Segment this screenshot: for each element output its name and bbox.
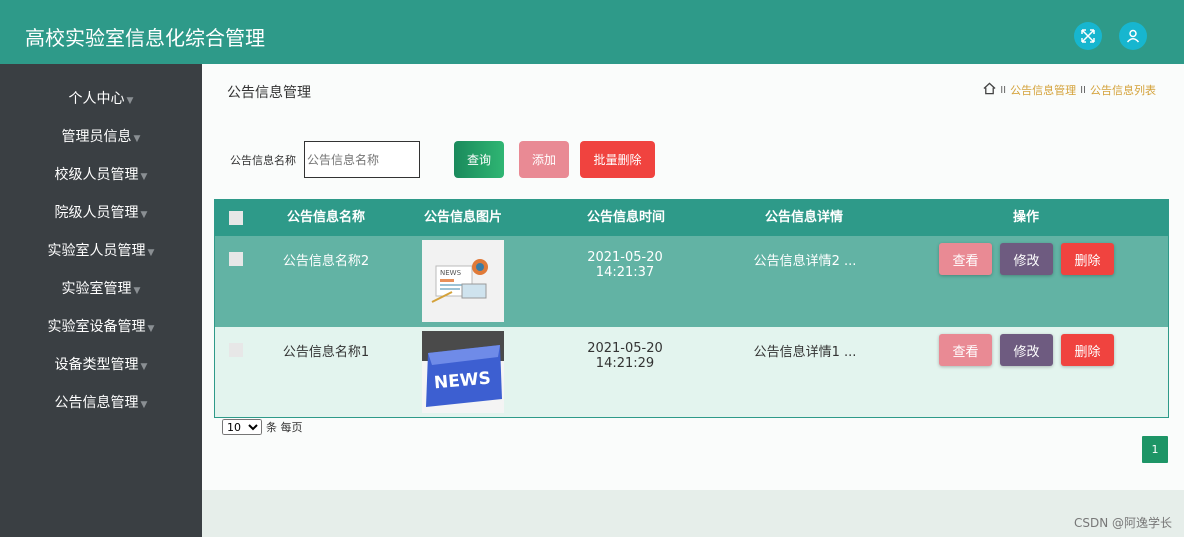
sidebar-item-lab-staff[interactable]: 实验室人员管理 ▼ (0, 236, 202, 266)
header-name: 公告信息名称 (286, 210, 365, 225)
cell-time: 2021-05-20 14:21:37 (587, 250, 663, 280)
sidebar: 个人中心 ▼ 管理员信息 ▼ 校级人员管理 ▼ 院级人员管理 ▼ 实验室人员管理 ▼ 实验… (0, 64, 202, 537)
sidebar-item-admin-info[interactable]: 管理员信息 ▼ (0, 122, 202, 152)
news-illustration-image: NEWS (422, 240, 504, 322)
sidebar-item-label: 实验室设备管理 (47, 319, 146, 335)
row-checkbox[interactable] (229, 252, 243, 266)
caret-down-icon: ▼ (140, 400, 148, 410)
sidebar-item-label: 实验室人员管理 (47, 243, 146, 259)
view-button[interactable]: 查看 (939, 334, 992, 366)
sidebar-item-label: 设备类型管理 (54, 357, 139, 373)
cell-detail: 公告信息详情2 ... (753, 254, 857, 269)
caret-down-icon: ▼ (140, 172, 148, 182)
caret-down-icon: ▼ (147, 248, 155, 258)
sidebar-item-label: 管理员信息 (61, 129, 132, 145)
user-icon[interactable] (1119, 22, 1147, 50)
announcement-table: 公告信息名称 公告信息图片 公告信息时间 公告信息详情 操作 公告信息名称2 N… (214, 199, 1169, 418)
search-label: 公告信息名称 (230, 154, 296, 167)
row-checkbox[interactable] (229, 343, 243, 357)
caret-down-icon: ▼ (140, 210, 148, 220)
sidebar-item-school-staff[interactable]: 校级人员管理 ▼ (0, 160, 202, 190)
header-time: 公告信息时间 (586, 210, 665, 225)
breadcrumb-item[interactable]: 公告信息管理 (1010, 82, 1076, 98)
page-size-select[interactable]: 10 (222, 419, 262, 435)
fullscreen-icon[interactable] (1074, 22, 1102, 50)
sidebar-item-personal-center[interactable]: 个人中心 ▼ (0, 84, 202, 114)
home-icon[interactable] (983, 82, 996, 98)
edit-button[interactable]: 修改 (1000, 243, 1053, 275)
watermark: CSDN @阿逸学长 (1073, 516, 1172, 530)
cell-name: 公告信息名称2 (282, 254, 370, 269)
view-button[interactable]: 查看 (939, 243, 992, 275)
sidebar-item-label: 校级人员管理 (54, 167, 139, 183)
caret-down-icon: ▼ (140, 362, 148, 372)
breadcrumb: II 公告信息管理 II 公告信息列表 (983, 82, 1156, 98)
page-number-button[interactable]: 1 (1142, 436, 1168, 463)
page-size-label: 条 每页 (266, 421, 303, 434)
breadcrumb-item[interactable]: 公告信息列表 (1090, 82, 1156, 98)
page-title: 公告信息管理 (227, 85, 311, 101)
query-button[interactable]: 查询 (454, 141, 504, 178)
edit-button[interactable]: 修改 (1000, 334, 1053, 366)
header-detail: 公告信息详情 (764, 210, 843, 225)
sidebar-item-label: 院级人员管理 (54, 205, 139, 221)
batch-delete-button[interactable]: 批量删除 (580, 141, 655, 178)
cell-time: 2021-05-20 14:21:29 (587, 341, 663, 371)
news-keyboard-image: NEWS (422, 331, 504, 413)
delete-button[interactable]: 删除 (1061, 243, 1114, 275)
cell-detail: 公告信息详情1 ... (753, 345, 857, 360)
table-row: 公告信息名称1 NEWS 2021-05-20 14:21:29 公告信息详情1… (215, 327, 1168, 417)
add-button[interactable]: 添加 (519, 141, 569, 178)
sidebar-item-lab-equipment[interactable]: 实验室设备管理 ▼ (0, 312, 202, 342)
header-image: 公告信息图片 (423, 210, 502, 225)
select-all-checkbox[interactable] (229, 211, 243, 225)
sidebar-item-label: 实验室管理 (61, 281, 132, 297)
caret-down-icon: ▼ (147, 324, 155, 334)
svg-text:NEWS: NEWS (440, 269, 462, 277)
caret-down-icon: ▼ (133, 286, 141, 296)
table-header: 公告信息名称 公告信息图片 公告信息时间 公告信息详情 操作 (215, 200, 1168, 236)
caret-down-icon: ▼ (133, 134, 141, 144)
main-panel: 公告信息管理 II 公告信息管理 II 公告信息列表 公告信息名称 查询 添加 … (202, 64, 1184, 490)
sidebar-item-lab[interactable]: 实验室管理 ▼ (0, 274, 202, 304)
sidebar-item-label: 公告信息管理 (54, 395, 139, 411)
breadcrumb-separator: II (1080, 84, 1086, 96)
header-actions: 操作 (1012, 210, 1039, 225)
sidebar-item-announcement[interactable]: 公告信息管理 ▼ (0, 388, 202, 418)
caret-down-icon: ▼ (126, 96, 134, 106)
search-input[interactable] (304, 141, 420, 178)
delete-button[interactable]: 删除 (1061, 334, 1114, 366)
sidebar-item-label: 个人中心 (68, 91, 125, 107)
breadcrumb-separator: II (1000, 84, 1007, 96)
sidebar-item-equipment-type[interactable]: 设备类型管理 ▼ (0, 350, 202, 380)
page-size-control: 10 条 每页 (222, 419, 303, 435)
table-row: 公告信息名称2 NEWS 2021-05-20 14:21:37 公告信息详情2… (215, 236, 1168, 327)
app-title: 高校实验室信息化综合管理 (25, 26, 265, 50)
footer-area (202, 490, 1184, 537)
cell-name: 公告信息名称1 (282, 345, 370, 360)
top-bar: 高校实验室信息化综合管理 (0, 0, 1184, 64)
sidebar-item-college-staff[interactable]: 院级人员管理 ▼ (0, 198, 202, 228)
